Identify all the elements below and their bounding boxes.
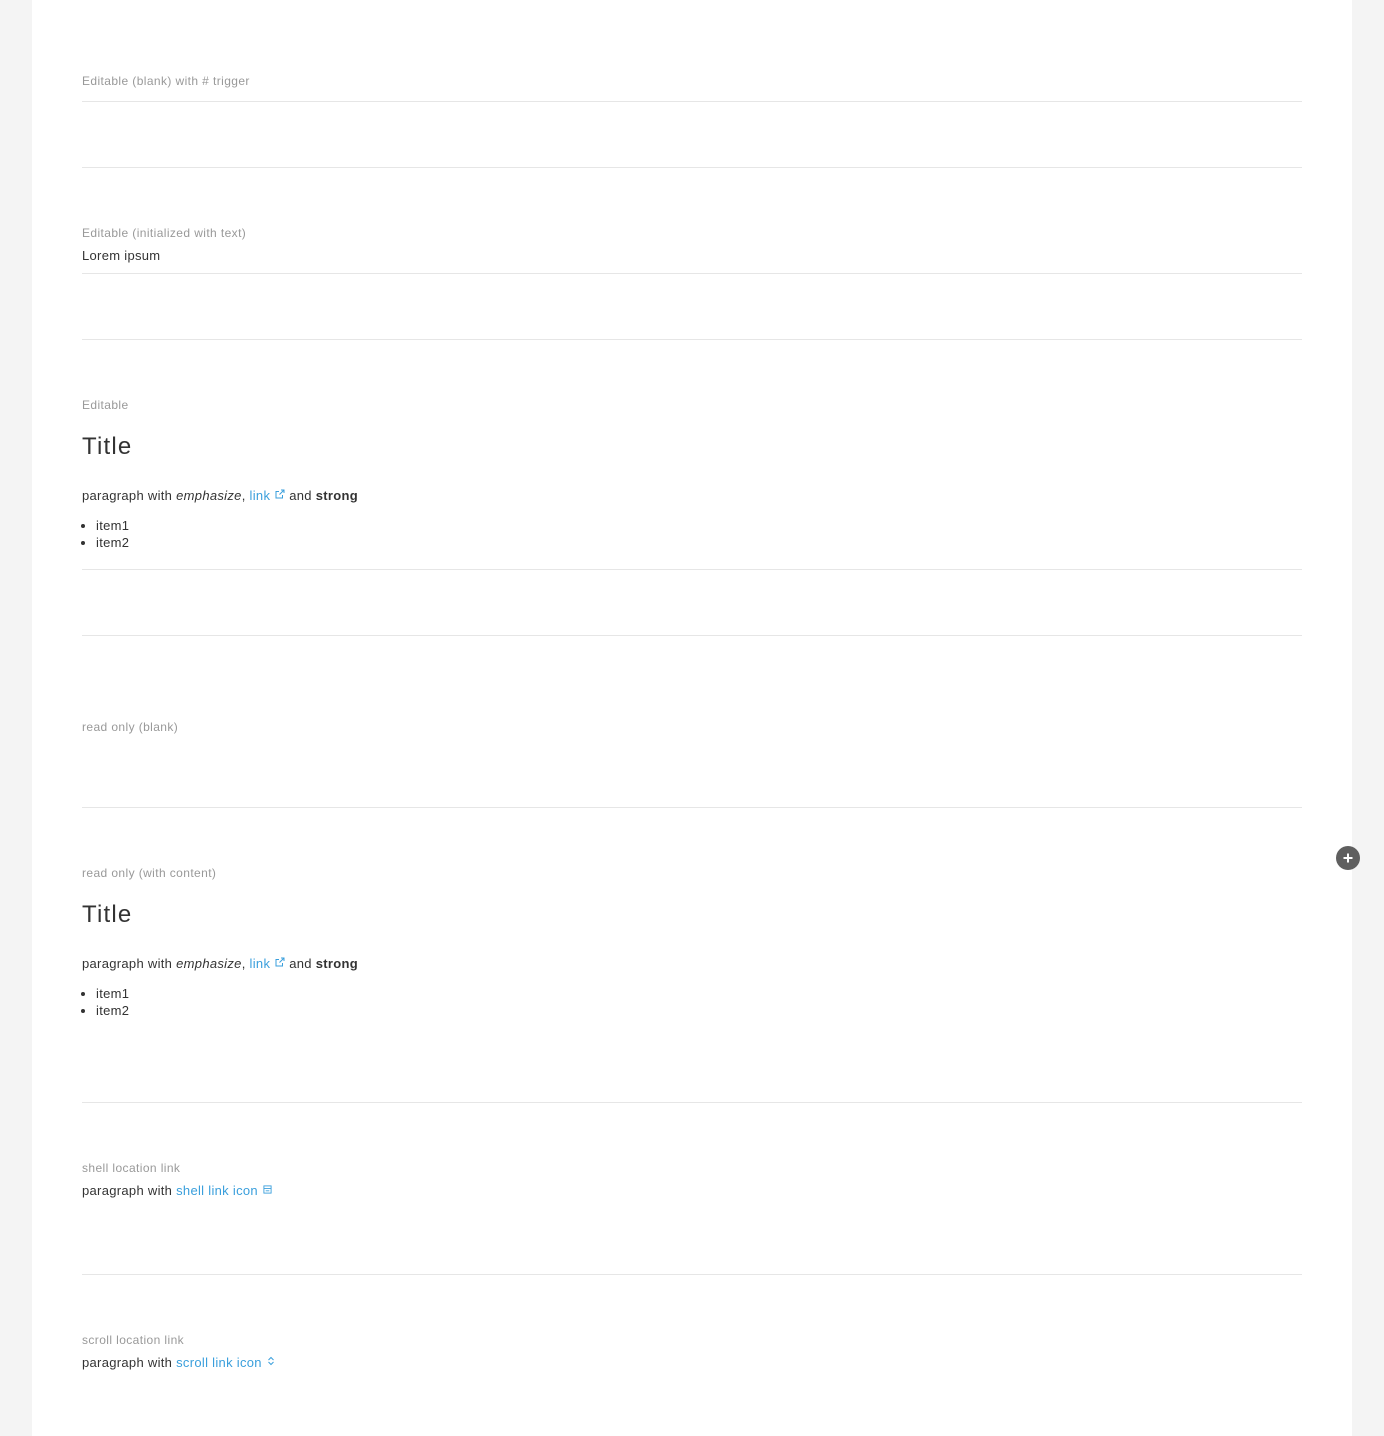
shell-link-paragraph: paragraph with shell link icon xyxy=(82,1183,272,1199)
editable-list: item1 item2 xyxy=(82,517,129,551)
para-prefix: paragraph with xyxy=(82,1183,173,1198)
para-strong: strong xyxy=(315,488,358,503)
para-comma: , xyxy=(241,956,246,971)
divider xyxy=(82,339,1302,340)
hash-trigger-label: Editable (blank) with # trigger xyxy=(82,74,250,88)
para-and: and xyxy=(289,488,312,503)
para-link[interactable]: link xyxy=(250,488,286,503)
list-item: item1 xyxy=(96,517,129,534)
editable-label: Editable xyxy=(82,398,129,412)
readonly-blank-label: read only (blank) xyxy=(82,720,179,734)
para-prefix: paragraph with xyxy=(82,1355,173,1370)
link-text: link xyxy=(249,956,271,971)
divider xyxy=(82,635,1302,636)
divider xyxy=(82,569,1302,570)
divider xyxy=(82,101,1302,102)
link-text: shell link icon xyxy=(176,1183,258,1198)
list-item: item1 xyxy=(96,985,129,1002)
para-link[interactable]: link xyxy=(250,956,286,971)
scroll-link-paragraph: paragraph with scroll link icon xyxy=(82,1355,275,1371)
readonly-content-label: read only (with content) xyxy=(82,866,217,880)
external-link-icon xyxy=(275,489,285,499)
list-item: item2 xyxy=(96,534,129,551)
divider xyxy=(82,273,1302,274)
shell-link[interactable]: shell link icon xyxy=(176,1183,272,1198)
para-emphasis: emphasize xyxy=(176,488,242,503)
divider xyxy=(82,1102,1302,1103)
readonly-paragraph: paragraph with emphasize, link and stron… xyxy=(82,956,358,972)
editable-title: Title xyxy=(82,433,133,460)
plus-icon xyxy=(1343,853,1353,863)
link-text: link xyxy=(249,488,271,503)
editor-card: Editable (blank) with # trigger Editable… xyxy=(32,0,1352,1436)
scroll-link-label: scroll location link xyxy=(82,1333,185,1347)
para-strong: strong xyxy=(315,956,358,971)
add-block-button[interactable] xyxy=(1336,846,1360,870)
divider xyxy=(82,167,1302,168)
readonly-list: item1 item2 xyxy=(82,985,129,1019)
para-and: and xyxy=(289,956,312,971)
para-prefix: paragraph with xyxy=(82,956,173,971)
para-emphasis: emphasize xyxy=(176,956,242,971)
initialized-label: Editable (initialized with text) xyxy=(82,226,247,240)
scroll-link-icon xyxy=(267,1356,274,1366)
para-comma: , xyxy=(241,488,246,503)
para-prefix: paragraph with xyxy=(82,488,173,503)
list-item: item2 xyxy=(96,1002,129,1019)
scroll-link[interactable]: scroll link icon xyxy=(176,1355,275,1370)
shell-link-label: shell location link xyxy=(82,1161,181,1175)
initialized-editor[interactable]: Lorem ipsum xyxy=(82,248,160,264)
divider xyxy=(82,807,1302,808)
editable-paragraph: paragraph with emphasize, link and stron… xyxy=(82,488,358,504)
divider xyxy=(82,1274,1302,1275)
shell-link-icon xyxy=(263,1185,272,1194)
readonly-title: Title xyxy=(82,901,133,928)
link-text: scroll link icon xyxy=(176,1355,262,1370)
external-link-icon xyxy=(275,957,285,967)
